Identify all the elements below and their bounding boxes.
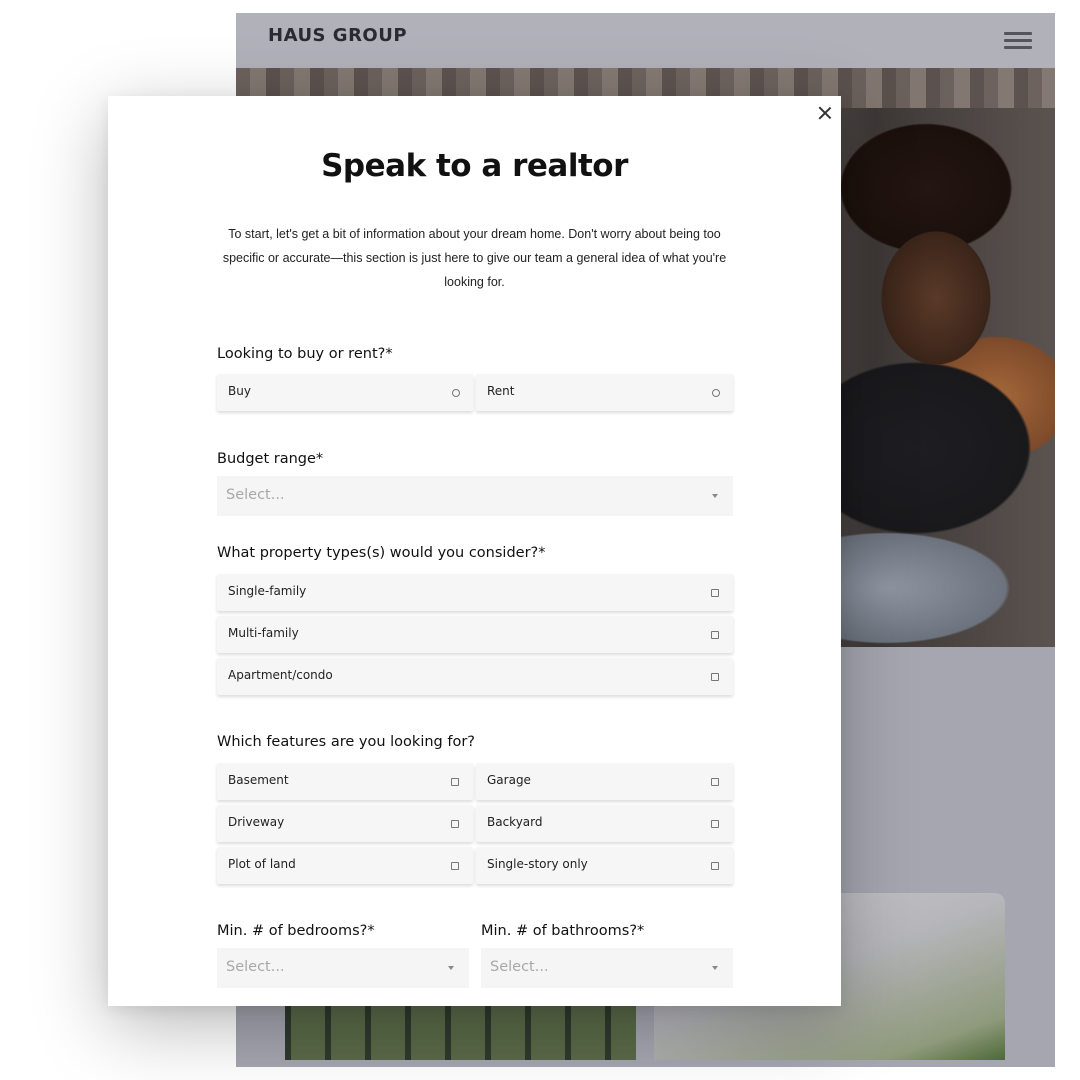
- multi-family-option[interactable]: Multi-family: [217, 616, 733, 653]
- radio-icon[interactable]: [452, 389, 460, 397]
- option-label: Single-family: [228, 584, 307, 598]
- checkbox-icon[interactable]: [711, 589, 719, 597]
- driveway-option[interactable]: Driveway: [217, 805, 473, 842]
- backyard-option[interactable]: Backyard: [476, 805, 733, 842]
- realtor-form-modal: Speak to a realtor To start, let's get a…: [108, 96, 841, 1006]
- rent-option[interactable]: Rent: [476, 374, 733, 411]
- chevron-down-icon: [712, 494, 718, 498]
- bedrooms-select[interactable]: Select...: [217, 948, 469, 988]
- features-label: Which features are you looking for?: [217, 734, 475, 750]
- basement-option[interactable]: Basement: [217, 763, 473, 800]
- budget-label: Budget range*: [217, 451, 324, 467]
- property-types-label: What property types(s) would you conside…: [217, 545, 546, 561]
- close-icon[interactable]: [817, 105, 833, 121]
- buy-rent-label: Looking to buy or rent?*: [217, 346, 393, 362]
- buy-option[interactable]: Buy: [217, 374, 473, 411]
- radio-icon[interactable]: [712, 389, 720, 397]
- bathrooms-label: Min. # of bathrooms?*: [481, 923, 645, 939]
- checkbox-icon[interactable]: [711, 778, 719, 786]
- option-label: Multi-family: [228, 626, 299, 640]
- site-logo[interactable]: HAUS GROUP: [268, 25, 407, 46]
- select-placeholder: Select...: [490, 959, 549, 975]
- checkbox-icon[interactable]: [451, 778, 459, 786]
- checkbox-icon[interactable]: [451, 820, 459, 828]
- checkbox-icon[interactable]: [711, 862, 719, 870]
- option-label: Garage: [487, 773, 531, 787]
- select-placeholder: Select...: [226, 959, 285, 975]
- chevron-down-icon: [712, 966, 718, 970]
- single-story-option[interactable]: Single-story only: [476, 847, 733, 884]
- option-label: Buy: [228, 384, 251, 398]
- apartment-condo-option[interactable]: Apartment/condo: [217, 658, 733, 695]
- option-label: Apartment/condo: [228, 668, 333, 682]
- chevron-down-icon: [448, 966, 454, 970]
- checkbox-icon[interactable]: [711, 631, 719, 639]
- checkbox-icon[interactable]: [711, 820, 719, 828]
- checkbox-icon[interactable]: [451, 862, 459, 870]
- budget-select[interactable]: Select...: [217, 476, 733, 516]
- bathrooms-select[interactable]: Select...: [481, 948, 733, 988]
- garage-option[interactable]: Garage: [476, 763, 733, 800]
- plot-of-land-option[interactable]: Plot of land: [217, 847, 473, 884]
- option-label: Plot of land: [228, 857, 296, 871]
- modal-title: Speak to a realtor: [321, 148, 628, 184]
- modal-intro-text: To start, let's get a bit of information…: [222, 227, 727, 289]
- single-family-option[interactable]: Single-family: [217, 574, 733, 611]
- option-label: Driveway: [228, 815, 285, 829]
- option-label: Single-story only: [487, 857, 588, 871]
- checkbox-icon[interactable]: [711, 673, 719, 681]
- option-label: Rent: [487, 384, 515, 398]
- site-header: HAUS GROUP: [236, 13, 1055, 68]
- option-label: Backyard: [487, 815, 543, 829]
- option-label: Basement: [228, 773, 289, 787]
- hamburger-menu-icon[interactable]: [1004, 32, 1032, 50]
- select-placeholder: Select...: [226, 487, 285, 503]
- bedrooms-label: Min. # of bedrooms?*: [217, 923, 375, 939]
